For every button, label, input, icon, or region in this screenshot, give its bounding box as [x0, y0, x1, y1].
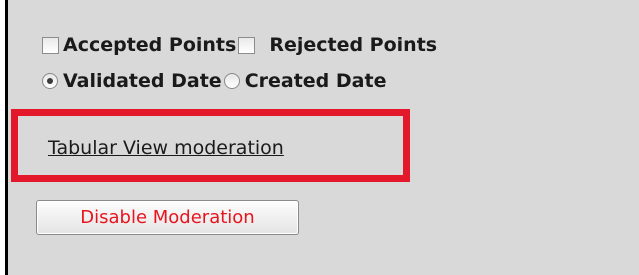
accepted-points-checkbox[interactable] — [42, 36, 59, 54]
created-date-label: Created Date — [244, 70, 387, 92]
disable-moderation-button[interactable]: Disable Moderation — [36, 200, 299, 235]
validated-date-label: Validated Date — [63, 70, 222, 92]
rejected-points-checkbox[interactable] — [238, 36, 256, 54]
rejected-points-label: Rejected Points — [269, 34, 438, 56]
accepted-points-label: Accepted Points — [63, 34, 237, 56]
points-filter-row: Accepted Points Rejected Points — [42, 34, 437, 56]
validated-date-radio[interactable] — [42, 73, 58, 89]
created-date-radio[interactable] — [223, 73, 240, 89]
left-divider — [0, 0, 8, 275]
tabular-view-moderation-link[interactable]: Tabular View moderation — [48, 137, 284, 159]
date-filter-row: Validated Date Created Date — [42, 70, 386, 92]
